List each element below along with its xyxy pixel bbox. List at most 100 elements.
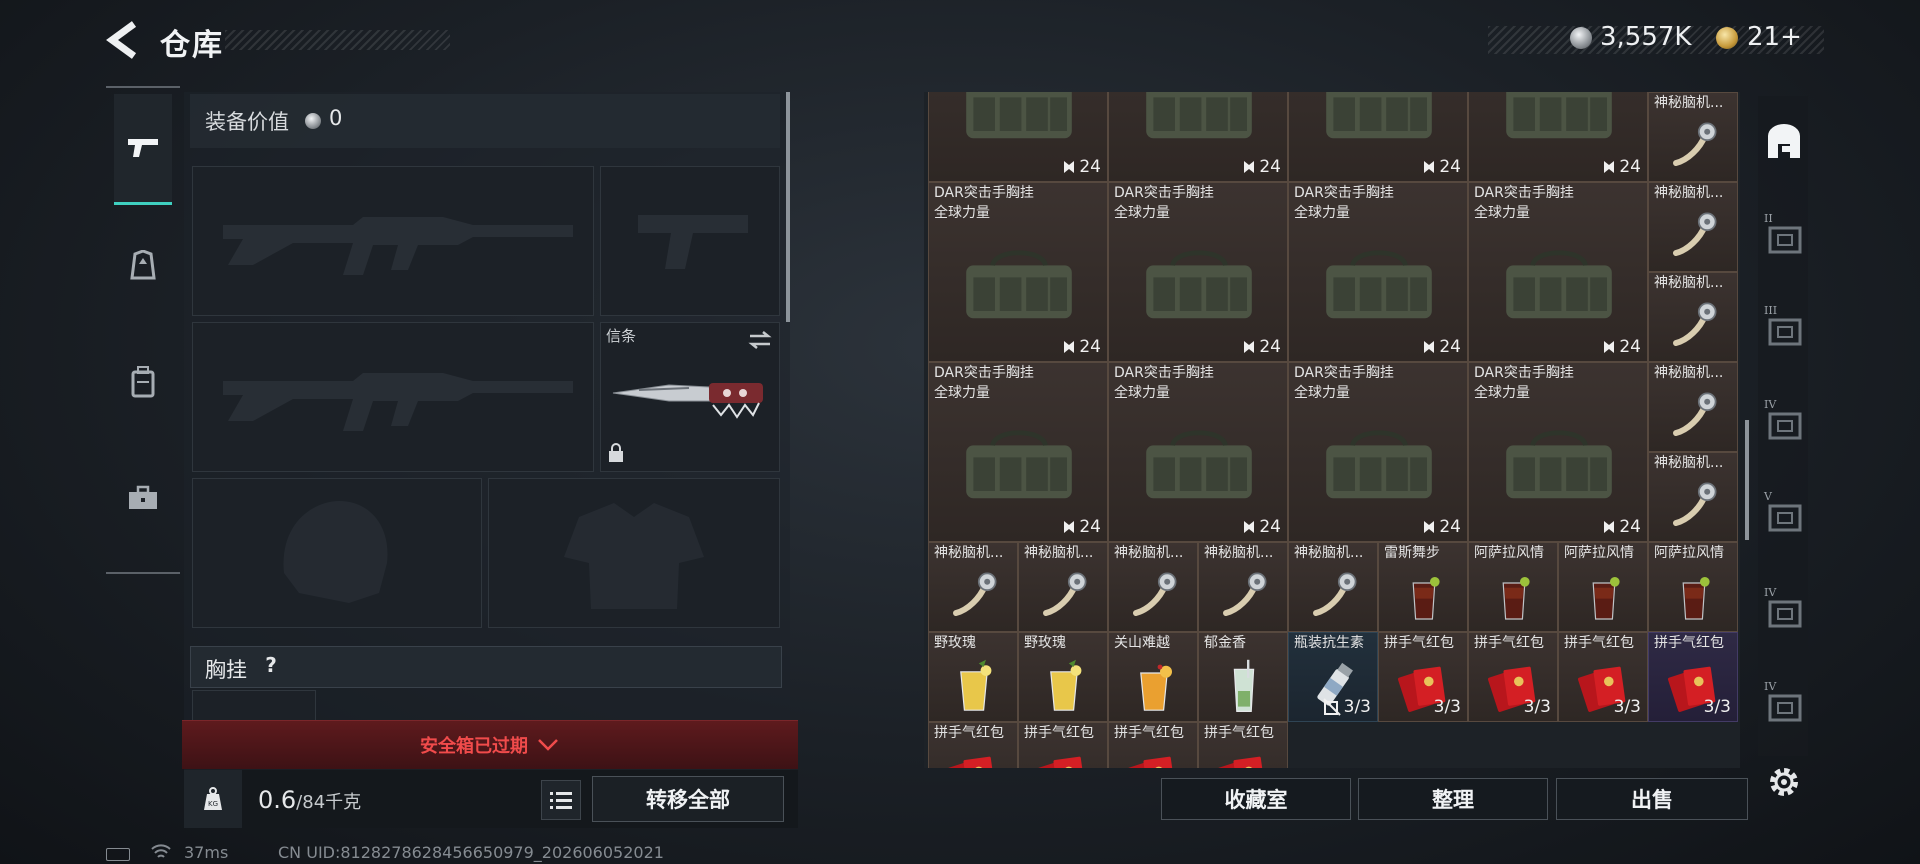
- user-uid: CN UID:8128278628456650979_202606052021: [278, 843, 664, 862]
- storage-item[interactable]: 雷斯舞步: [1378, 542, 1468, 632]
- item-subtitle: 全球力量: [934, 385, 990, 401]
- storage-page-3-button[interactable]: III: [1764, 304, 1804, 350]
- storage-item[interactable]: 24: [1108, 92, 1288, 182]
- item-name: DAR突击手胸挂: [934, 185, 1034, 201]
- storage-item[interactable]: DAR突击手胸挂 全球力量 24: [1108, 362, 1288, 542]
- storage-page-label: IV: [1764, 398, 1777, 411]
- storage-page-4-button[interactable]: IV: [1764, 398, 1804, 444]
- item-name: 拼手气红包: [1654, 635, 1724, 651]
- nav-backpack[interactable]: [114, 328, 172, 436]
- transfer-all-button[interactable]: 转移全部: [592, 776, 784, 822]
- nav-toolbox[interactable]: [114, 444, 172, 552]
- storage-item[interactable]: 阿萨拉风情: [1648, 542, 1738, 632]
- chest-rig-slot[interactable]: [192, 690, 316, 722]
- item-count: 3/3: [1523, 697, 1551, 717]
- currency-silver-value[interactable]: 3,557K: [1600, 22, 1691, 52]
- storage-page-5-button[interactable]: V: [1764, 490, 1804, 536]
- helmet-slot[interactable]: [192, 478, 482, 628]
- brain-chip-icon: [1673, 392, 1717, 436]
- capacity-icon: [1424, 341, 1435, 353]
- help-icon[interactable]: ?: [258, 652, 284, 678]
- storage-page-1-button[interactable]: [1764, 122, 1804, 162]
- storage-item[interactable]: 神秘脑机...: [1648, 92, 1738, 182]
- storage-item[interactable]: 拼手气红包 3/3: [1468, 632, 1558, 722]
- primary-weapon-slot-2[interactable]: [192, 322, 594, 472]
- storage-item[interactable]: 神秘脑机...: [1648, 362, 1738, 452]
- storage-item[interactable]: DAR突击手胸挂 全球力量 24: [1468, 362, 1648, 542]
- storage-item[interactable]: 拼手气红包: [1018, 722, 1108, 768]
- storage-item[interactable]: 24: [928, 92, 1108, 182]
- sort-button[interactable]: 整理: [1358, 778, 1548, 820]
- item-name: 阿萨拉风情: [1564, 545, 1634, 561]
- gold-coin-icon: [1716, 27, 1738, 49]
- nav-weapons[interactable]: [114, 94, 172, 205]
- item-subtitle: 全球力量: [1294, 385, 1350, 401]
- sell-button[interactable]: 出售: [1556, 778, 1748, 820]
- capacity-icon: [1064, 521, 1075, 533]
- storage-item[interactable]: 拼手气红包 3/3: [1648, 632, 1738, 722]
- storage-item[interactable]: 拼手气红包: [1108, 722, 1198, 768]
- storage-item[interactable]: 瓶装抗生素 3/3: [1288, 632, 1378, 722]
- storage-item[interactable]: 神秘脑机...: [1648, 182, 1738, 272]
- storage-item[interactable]: 神秘脑机...: [928, 542, 1018, 632]
- weight-button[interactable]: KG: [184, 770, 242, 828]
- storage-item[interactable]: 神秘脑机...: [1018, 542, 1108, 632]
- storage-item[interactable]: 拼手气红包: [1198, 722, 1288, 768]
- item-count: 24: [1242, 157, 1281, 177]
- storage-item[interactable]: 神秘脑机...: [1648, 452, 1738, 542]
- storage-item[interactable]: 神秘脑机...: [1288, 542, 1378, 632]
- storage-item[interactable]: 阿萨拉风情: [1468, 542, 1558, 632]
- storage-item[interactable]: 神秘脑机...: [1648, 272, 1738, 362]
- storage-item[interactable]: 野玫瑰: [1018, 632, 1108, 722]
- item-count: 24: [1062, 157, 1101, 177]
- settings-button[interactable]: [1764, 762, 1804, 802]
- list-view-button[interactable]: [541, 780, 581, 820]
- storage-item[interactable]: DAR突击手胸挂 全球力量 24: [928, 362, 1108, 542]
- storage-item[interactable]: 拼手气红包: [928, 722, 1018, 768]
- back-button[interactable]: [104, 18, 144, 62]
- storage-item[interactable]: DAR突击手胸挂 全球力量 24: [1288, 182, 1468, 362]
- chest-rig-bag-icon: [1326, 430, 1432, 499]
- storage-item[interactable]: DAR突击手胸挂 全球力量 24: [928, 182, 1108, 362]
- storage-item[interactable]: 拼手气红包 3/3: [1378, 632, 1468, 722]
- storage-item[interactable]: 拼手气红包 3/3: [1558, 632, 1648, 722]
- item-name: 神秘脑机...: [1294, 545, 1364, 561]
- chest-rig-bag-icon: [966, 250, 1072, 319]
- storage-item[interactable]: 24: [1468, 92, 1648, 182]
- gear-icon: [1770, 768, 1798, 796]
- brain-chip-icon: [1223, 572, 1267, 616]
- rifle-silhouette-icon: [223, 217, 573, 275]
- currency-gold-value[interactable]: 21+: [1747, 22, 1802, 52]
- storage-page-7-button[interactable]: IV: [1764, 680, 1804, 726]
- storage-item[interactable]: DAR突击手胸挂 全球力量 24: [1108, 182, 1288, 362]
- safebox-expired-banner[interactable]: 安全箱已过期: [182, 720, 798, 769]
- collection-room-button[interactable]: 收藏室: [1161, 778, 1351, 820]
- swap-icon[interactable]: [747, 329, 773, 351]
- storage-item[interactable]: 关山难越: [1108, 632, 1198, 722]
- storage-item[interactable]: DAR突击手胸挂 全球力量 24: [1468, 182, 1648, 362]
- storage-item[interactable]: 郁金香: [1198, 632, 1288, 722]
- storage-item[interactable]: DAR突击手胸挂 全球力量 24: [1288, 362, 1468, 542]
- equipment-scrollbar[interactable]: [786, 92, 790, 322]
- storage-item[interactable]: 24: [1288, 92, 1468, 182]
- storage-item[interactable]: 神秘脑机...: [1198, 542, 1288, 632]
- backpack-icon: [131, 366, 155, 398]
- rifle-silhouette-icon: [223, 373, 573, 431]
- storage-item[interactable]: 神秘脑机...: [1108, 542, 1198, 632]
- storage-item[interactable]: 野玫瑰: [928, 632, 1018, 722]
- item-name: 神秘脑机...: [1114, 545, 1184, 561]
- chest-rig-bag-icon: [966, 92, 1072, 139]
- melee-slot[interactable]: 信条: [600, 322, 780, 472]
- armor-slot[interactable]: [488, 478, 780, 628]
- nav-helmet-armor[interactable]: [114, 212, 172, 320]
- storage-page-2-button[interactable]: II: [1764, 212, 1804, 258]
- item-name: 拼手气红包: [1024, 725, 1094, 741]
- item-name: DAR突击手胸挂: [1114, 185, 1214, 201]
- storage-page-6-button[interactable]: IV: [1764, 586, 1804, 632]
- sidearm-slot[interactable]: [600, 166, 780, 316]
- storage-item[interactable]: 阿萨拉风情: [1558, 542, 1648, 632]
- primary-weapon-slot-1[interactable]: [192, 166, 594, 316]
- storage-scrollbar[interactable]: [1745, 420, 1749, 540]
- item-name: DAR突击手胸挂: [1474, 365, 1574, 381]
- lock-icon: [609, 443, 623, 462]
